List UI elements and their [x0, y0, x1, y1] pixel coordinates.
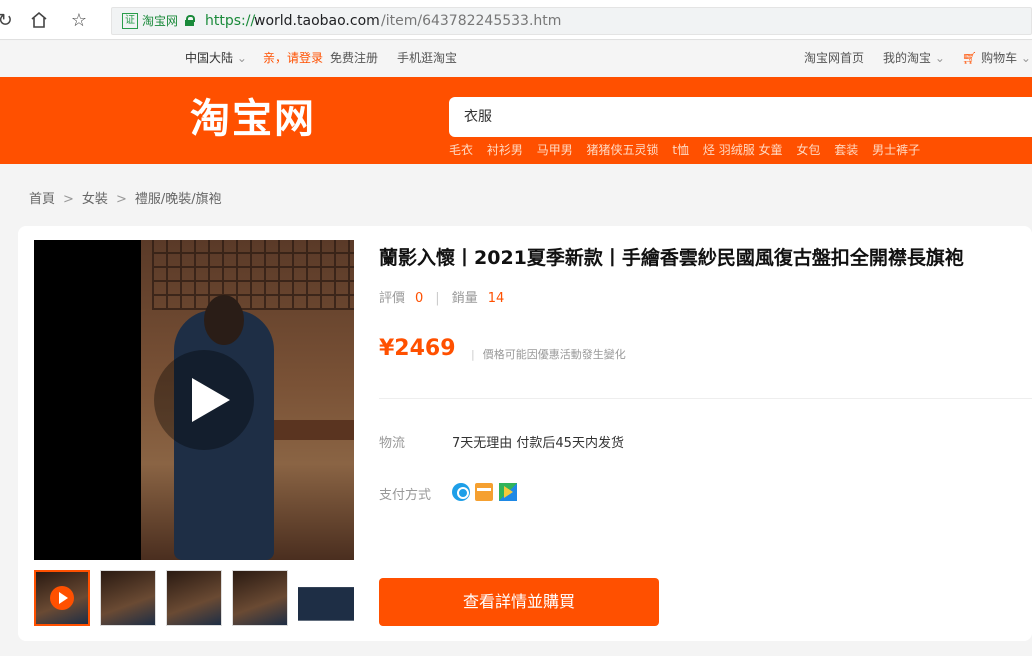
model-head [204, 295, 244, 345]
home-icon[interactable] [28, 10, 50, 32]
cart-icon: 🛒︎ [962, 51, 978, 65]
product-title: 蘭影入懷丨2021夏季新款丨手繪香雲紗民國風復古盤扣全開襟長旗袍 [379, 247, 964, 269]
url-protocol: https:// [205, 13, 256, 29]
hot-word[interactable]: 男士裤子 [872, 143, 920, 157]
breadcrumb-item[interactable]: 首頁 [29, 192, 55, 207]
price-note: | 價格可能因優惠活動發生變化 [471, 348, 626, 361]
chevron-right-icon: > [115, 192, 127, 207]
play-icon [50, 586, 74, 610]
window-lattice [152, 240, 354, 310]
search-input[interactable]: 衣服 [449, 97, 1032, 137]
breadcrumb: 首頁 > 女裝 > 禮服/晚裝/旗袍 [29, 188, 222, 207]
thumbnail-image[interactable] [100, 570, 156, 626]
product-video[interactable] [34, 240, 354, 560]
url-host: world.taobao.com [254, 13, 380, 29]
cart-link[interactable]: 🛒︎ 购物车 ⌄ [962, 41, 1031, 75]
certificate-badge: 证 [122, 13, 138, 29]
star-icon[interactable]: ☆ [68, 10, 90, 32]
product-stats: 評價 0 | 銷量 14 [379, 287, 504, 306]
hot-word[interactable]: t恤 [672, 143, 689, 157]
hot-word[interactable]: 马甲男 [537, 143, 573, 157]
site-identity: 淘宝网 [142, 14, 179, 28]
url-path: /item/643782245533.htm [381, 13, 562, 29]
hot-word[interactable]: 猪猪侠五灵锁 [587, 143, 659, 157]
thumbnail-image[interactable] [232, 570, 288, 626]
play-icon[interactable] [154, 350, 254, 450]
thumbnail-strip [34, 570, 354, 626]
hot-word[interactable]: 衬衫男 [487, 143, 523, 157]
reload-icon[interactable]: ↻ [0, 10, 16, 32]
view-details-buy-button[interactable]: 查看詳情並購買 [379, 578, 659, 626]
chevron-right-icon: > [63, 192, 74, 207]
payment-label: 支付方式 [379, 488, 432, 503]
thumbnail-video[interactable] [34, 570, 90, 626]
stats-divider: | [435, 291, 440, 306]
region-selector[interactable]: 中国大陆 ⌄ [185, 41, 247, 75]
sales-label: 銷量 [451, 291, 478, 306]
my-taobao-link[interactable]: 我的淘宝 ⌄ [883, 41, 945, 75]
reviews-label: 評價 [379, 291, 406, 306]
hot-word[interactable]: 烃 羽绒服 女童 [703, 143, 783, 157]
breadcrumb-item[interactable]: 女裝 [82, 192, 108, 207]
reviews-count: 0 [415, 291, 424, 306]
browser-toolbar: ↻ ☆ 证 淘宝网 https:// world.taobao.com /ite… [0, 0, 1032, 40]
login-link[interactable]: 亲，请登录 [263, 41, 323, 75]
sales-count: 14 [487, 291, 505, 306]
taobao-home-link[interactable]: 淘宝网首页 [804, 41, 864, 75]
site-header: 淘宝网 衣服 毛衣 衬衫男 马甲男 猪猪侠五灵锁 t恤 烃 羽绒服 女童 女包 … [0, 77, 1032, 164]
address-bar[interactable]: 证 淘宝网 https:// world.taobao.com /item/64… [111, 7, 1032, 35]
shipping-value: 7天无理由 付款后45天内发货 [452, 436, 624, 451]
alipay-icon [452, 483, 470, 501]
hot-word[interactable]: 女包 [796, 143, 820, 157]
product-card: 蘭影入懷丨2021夏季新款丨手繪香雲紗民國風復古盤扣全開襟長旗袍 評價 0 | 銷量 1… [18, 226, 1032, 641]
thumbnail-image[interactable] [298, 570, 354, 626]
mobile-link[interactable]: 手机逛淘宝 [397, 41, 457, 75]
product-price: ¥2469 [379, 336, 456, 361]
video-letterbox [34, 240, 141, 560]
hot-search-words: 毛衣 衬衫男 马甲男 猪猪侠五灵锁 t恤 烃 羽绒服 女童 女包 套装 男士裤子 [449, 141, 930, 158]
hot-word[interactable]: 套装 [834, 143, 858, 157]
breadcrumb-item[interactable]: 禮服/晚裝/旗袍 [135, 192, 222, 207]
divider [379, 398, 1032, 399]
register-link[interactable]: 免费注册 [330, 41, 378, 75]
taobao-logo[interactable]: 淘宝网 [190, 95, 316, 143]
thumbnail-image[interactable] [166, 570, 222, 626]
google-play-icon [499, 483, 517, 501]
lock-icon [185, 15, 195, 26]
hot-word[interactable]: 毛衣 [449, 143, 473, 157]
bank-card-icon [475, 483, 493, 501]
shipping-label: 物流 [379, 436, 406, 451]
site-nav-bar: 中国大陆 ⌄ 亲，请登录 免费注册 手机逛淘宝 淘宝网首页 我的淘宝 ⌄ 🛒︎ … [0, 41, 1032, 77]
